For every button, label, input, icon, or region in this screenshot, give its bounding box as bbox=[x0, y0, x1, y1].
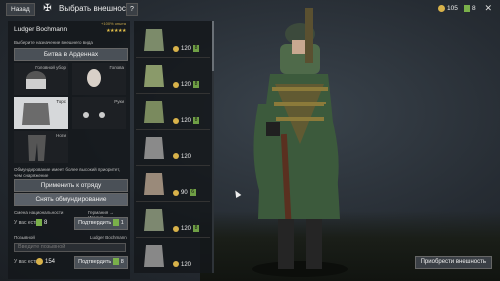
ticket-badge: 8 bbox=[193, 81, 200, 88]
exp-bonus: +100% опыта bbox=[101, 21, 126, 26]
ticket-badge: 8 bbox=[193, 117, 200, 124]
ticket-badge: 8 bbox=[193, 45, 200, 52]
close-icon[interactable]: ✕ bbox=[484, 3, 492, 14]
tunic-icon bbox=[144, 209, 164, 231]
ticket-icon bbox=[112, 258, 119, 266]
soldier-model bbox=[252, 8, 348, 277]
iron-cross-icon: ✠ bbox=[43, 3, 52, 14]
coin-icon bbox=[173, 261, 179, 268]
uniform-item[interactable]: 120 8 bbox=[134, 59, 212, 92]
back-button[interactable]: Назад bbox=[6, 3, 35, 16]
catalog-scrollbar[interactable] bbox=[212, 21, 214, 273]
campaign-button[interactable]: Битва в Арденнах bbox=[14, 48, 128, 61]
top-bar: Назад ✠ Выбрать внешность ? 105 8 ✕ bbox=[0, 0, 500, 18]
coin-icon bbox=[173, 117, 179, 124]
coin-icon bbox=[173, 189, 179, 196]
apply-squad-button[interactable]: Применить к отряду bbox=[14, 179, 128, 192]
remove-uniform-button[interactable]: Снять обмундирование bbox=[14, 193, 128, 206]
rank-stars: ★★★★★ bbox=[106, 28, 126, 34]
ticket-badge: 8 bbox=[193, 225, 200, 232]
coin-icon bbox=[173, 153, 179, 160]
slot-head[interactable]: Голова bbox=[72, 63, 126, 95]
divider bbox=[136, 57, 210, 58]
soldier-header: +100% опыта Ludger Bochmann ★★★★★ bbox=[8, 21, 130, 38]
coin-balance: 105 bbox=[438, 4, 458, 14]
divider bbox=[136, 201, 210, 202]
ticket-icon bbox=[112, 219, 119, 227]
nationality-label: Смена национальности bbox=[14, 210, 64, 215]
ticket-icon bbox=[464, 4, 470, 12]
coin-icon bbox=[438, 4, 445, 12]
priority-note: Обмундирование имеет более высокий приор… bbox=[14, 167, 121, 178]
uniform-catalog: 120 8 120 8 120 8 120 90 6 120 8 120 bbox=[134, 21, 212, 273]
confirm-nickname-button[interactable]: Подтвердить 8 bbox=[74, 256, 128, 269]
preset-label: Выберите назначение внешнего вида bbox=[14, 40, 93, 45]
scroll-thumb[interactable] bbox=[212, 21, 214, 71]
uniform-item[interactable]: 120 8 bbox=[134, 203, 212, 236]
uniform-item[interactable]: 120 bbox=[134, 239, 212, 272]
have-tickets: 8 bbox=[36, 219, 47, 226]
tunic-icon bbox=[144, 29, 164, 51]
coin-icon bbox=[173, 225, 179, 232]
appearance-panel: +100% опыта Ludger Bochmann ★★★★★ Выбери… bbox=[8, 21, 130, 279]
divider bbox=[136, 237, 210, 238]
confirm-nationality-button[interactable]: Подтвердить 1 bbox=[74, 217, 128, 230]
tunic-icon bbox=[144, 101, 164, 123]
coin-icon bbox=[173, 81, 179, 88]
uniform-item[interactable]: 120 8 bbox=[134, 23, 212, 56]
ticket-icon bbox=[36, 219, 42, 226]
tunic-icon bbox=[144, 173, 164, 195]
slot-headgear[interactable]: Головной убор bbox=[14, 63, 68, 95]
uniform-item[interactable]: 120 8 bbox=[134, 95, 212, 128]
tunic-icon bbox=[144, 65, 164, 87]
tunic-icon bbox=[144, 137, 164, 159]
ticket-balance: 8 bbox=[464, 4, 476, 14]
have-coins: 154 bbox=[36, 258, 55, 265]
page-title: Выбрать внешность bbox=[59, 4, 134, 13]
divider bbox=[136, 165, 210, 166]
uniform-item[interactable]: 120 bbox=[134, 131, 212, 164]
slot-legs[interactable]: Ноги bbox=[14, 131, 68, 163]
tunic-icon bbox=[144, 245, 164, 267]
ticket-badge: 6 bbox=[189, 189, 196, 196]
divider bbox=[136, 129, 210, 130]
nickname-current: Ludger Bochmann bbox=[90, 235, 127, 240]
slot-torso[interactable]: Торс bbox=[14, 97, 68, 129]
coin-icon bbox=[173, 45, 179, 52]
nickname-input[interactable] bbox=[14, 243, 126, 252]
coin-icon bbox=[36, 258, 43, 265]
soldier-name: Ludger Bochmann bbox=[14, 26, 68, 33]
nickname-label: Позывной bbox=[14, 235, 35, 240]
slot-hands[interactable]: Руки bbox=[72, 97, 126, 129]
divider bbox=[136, 93, 210, 94]
buy-appearance-button[interactable]: Приобрести внешность bbox=[414, 256, 492, 269]
help-button[interactable]: ? bbox=[126, 3, 138, 16]
uniform-item[interactable]: 90 6 bbox=[134, 167, 212, 200]
